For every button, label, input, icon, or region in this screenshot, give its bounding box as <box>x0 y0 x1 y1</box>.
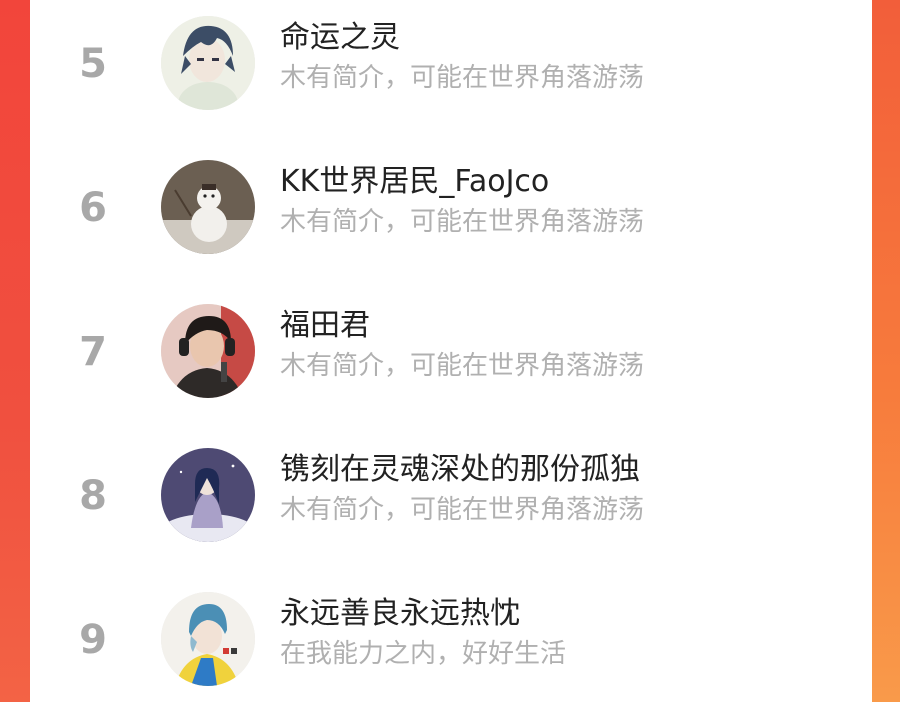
snowman-avatar-icon <box>161 160 255 254</box>
ranking-row[interactable]: 5 命运之灵 木有简介，可能在世界角落游荡 <box>30 6 872 150</box>
user-name: 命运之灵 <box>280 20 400 55</box>
ranking-row[interactable]: 6 KK世界居民_FaoJco 木有简介，可能在世界角落游荡 <box>30 150 872 294</box>
user-avatar[interactable] <box>161 160 255 254</box>
anime-boy-avatar-icon <box>161 16 255 110</box>
user-bio: 木有简介，可能在世界角落游荡 <box>280 351 645 381</box>
user-name: KK世界居民_FaoJco <box>280 164 550 199</box>
user-name: 永远善良永远热忱 <box>280 596 520 631</box>
user-bio: 在我能力之内，好好生活 <box>280 639 567 669</box>
rank-number: 5 <box>79 41 107 87</box>
user-name: 福田君 <box>280 308 370 343</box>
ranking-row[interactable]: 8 镌刻在灵魂深处的那份孤独 木有简介，可能在世界角落游荡 <box>30 438 872 582</box>
background-right-edge <box>872 0 900 702</box>
rank-number: 7 <box>79 329 107 375</box>
user-avatar[interactable] <box>161 304 255 398</box>
background-left-edge <box>0 0 30 702</box>
user-bio: 木有简介，可能在世界角落游荡 <box>280 495 645 525</box>
user-name: 镌刻在灵魂深处的那份孤独 <box>280 452 640 487</box>
user-avatar[interactable] <box>161 448 255 542</box>
rank-number: 6 <box>79 185 107 231</box>
ranking-row[interactable]: 7 福田君 木有简介，可能在世界角落游荡 <box>30 294 872 438</box>
rank-number: 8 <box>79 473 107 519</box>
user-bio: 木有简介，可能在世界角落游荡 <box>280 207 645 237</box>
user-avatar[interactable] <box>161 16 255 110</box>
ranking-list: 5 命运之灵 木有简介，可能在世界角落游荡 6 KK世界居民_FaoJco 木有… <box>30 0 872 702</box>
user-avatar[interactable] <box>161 592 255 686</box>
boy-headphones-avatar-icon <box>161 304 255 398</box>
ranking-row[interactable]: 9 永远善良永远热忱 在我能力之内，好好生活 <box>30 582 872 702</box>
rank-number: 9 <box>79 617 107 663</box>
girl-night-avatar-icon <box>161 448 255 542</box>
beanie-boy-avatar-icon <box>161 592 255 686</box>
user-bio: 木有简介，可能在世界角落游荡 <box>280 63 645 93</box>
